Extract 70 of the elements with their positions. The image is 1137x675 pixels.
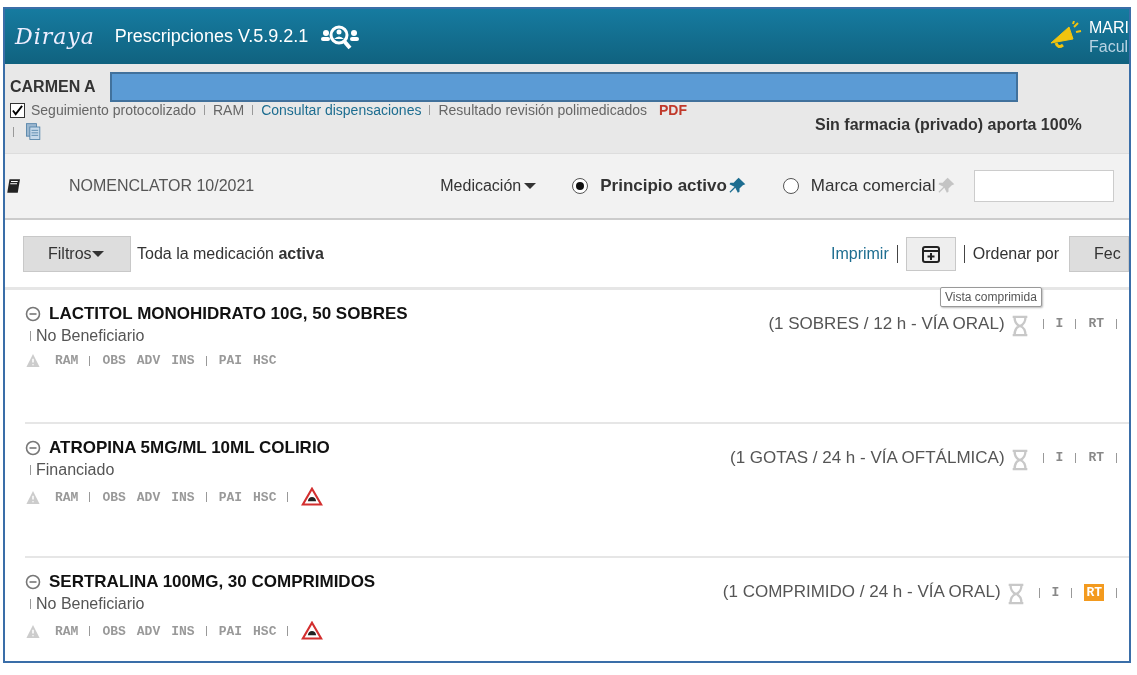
prescription-tag[interactable]: RT (1088, 450, 1104, 465)
dispensations-link[interactable]: Consultar dispensaciones (261, 102, 422, 118)
prescription-tag[interactable]: I (1055, 316, 1064, 331)
warning-icon (25, 623, 41, 639)
radio-button[interactable] (782, 178, 799, 194)
filters-button[interactable]: Filtros (23, 235, 131, 272)
menu-link[interactable]: Resultado revisión polimedicados (438, 102, 647, 118)
user-name: MARI (1089, 17, 1129, 37)
warning-icon (25, 353, 41, 368)
funding-status: No Beneficiario (36, 327, 145, 345)
collapse-icon (25, 574, 41, 590)
patient-name: CARMEN A (10, 78, 96, 95)
pdf-link[interactable]: PDF (659, 102, 687, 118)
info-tag[interactable]: PAI (218, 623, 243, 639)
compressed-view-icon (920, 243, 941, 264)
info-tag[interactable]: HSC (253, 353, 277, 368)
people-search-icon[interactable] (320, 23, 361, 50)
prescription-tag[interactable]: RT (1088, 316, 1104, 331)
compressed-view-button[interactable] (905, 236, 956, 271)
radio-label[interactable]: Principio activo (600, 176, 727, 196)
collapse-icon (25, 440, 41, 456)
app-title: Prescripciones V.5.9.2.1 (114, 26, 309, 47)
search-field[interactable] (973, 170, 1114, 202)
catalog-version: NOMENCLATOR 10/2021 (69, 177, 255, 195)
sort-button[interactable]: Fec (1069, 235, 1129, 272)
info-tag[interactable]: INS (171, 353, 195, 368)
info-tag[interactable]: ADV (136, 353, 161, 368)
user-role: Facul (1089, 36, 1129, 56)
print-link[interactable]: Imprimir (830, 244, 889, 263)
info-tag[interactable]: OBS (102, 353, 126, 368)
info-tag[interactable]: HSC (253, 489, 277, 505)
book-icon (5, 177, 23, 195)
radio-button[interactable] (572, 178, 589, 194)
info-tag[interactable]: HSC (253, 623, 277, 639)
info-tag[interactable]: PAI (218, 353, 243, 368)
info-tag[interactable]: INS (171, 489, 195, 505)
prescription-tag[interactable]: RT (1084, 584, 1104, 601)
info-tag[interactable]: RAM (55, 353, 79, 368)
medication-name: SERTRALINA 100MG, 30 COMPRIMIDOS (49, 572, 376, 592)
menu-link[interactable]: RAM (213, 102, 245, 118)
dosage: (1 COMPRIMIDO / 24 h - VÍA ORAL) (722, 582, 1001, 602)
prescription-tag[interactable]: I (1051, 585, 1060, 600)
medication-dropdown[interactable]: Medicación (440, 177, 537, 195)
radio-label[interactable]: Marca comercial (810, 176, 936, 196)
dosage: (1 SOBRES / 12 h - VÍA ORAL) (768, 314, 1005, 334)
app-logo: Diraya (15, 24, 95, 49)
dosage: (1 GOTAS / 24 h - VÍA OFTÁLMICA) (730, 448, 1005, 468)
info-tag[interactable]: RAM (55, 623, 79, 639)
pharmacy-status: Sin farmacia (privado) aporta 100% (815, 116, 1082, 133)
filter-summary: Toda la medicación activa (137, 244, 324, 263)
tooltip: Vista comprimida (940, 287, 1042, 307)
sort-label: Ordenar por (972, 244, 1059, 263)
info-tag[interactable]: ADV (136, 489, 161, 505)
collapse-icon (25, 306, 41, 322)
checkbox[interactable] (10, 102, 25, 118)
info-tag[interactable]: RAM (55, 489, 79, 505)
caret-icon (524, 182, 537, 190)
prescription-tag[interactable]: I (1055, 450, 1064, 465)
info-tag[interactable]: INS (171, 623, 195, 639)
funding-status: No Beneficiario (36, 595, 145, 613)
warning-icon (25, 489, 41, 505)
caret-icon (91, 249, 104, 258)
medication-name: ATROPINA 5MG/ML 10ML COLIRIO (49, 438, 330, 458)
funding-status: Financiado (36, 461, 115, 479)
info-tag[interactable]: ADV (136, 623, 161, 639)
medication-name: LACTITOL MONOHIDRATO 10G, 50 SOBRES (49, 304, 408, 324)
info-tag[interactable]: OBS (102, 623, 126, 639)
info-tag[interactable]: PAI (218, 489, 243, 505)
checkbox-label[interactable]: Seguimiento protocolizado (31, 102, 196, 118)
info-tag[interactable]: OBS (102, 489, 126, 505)
